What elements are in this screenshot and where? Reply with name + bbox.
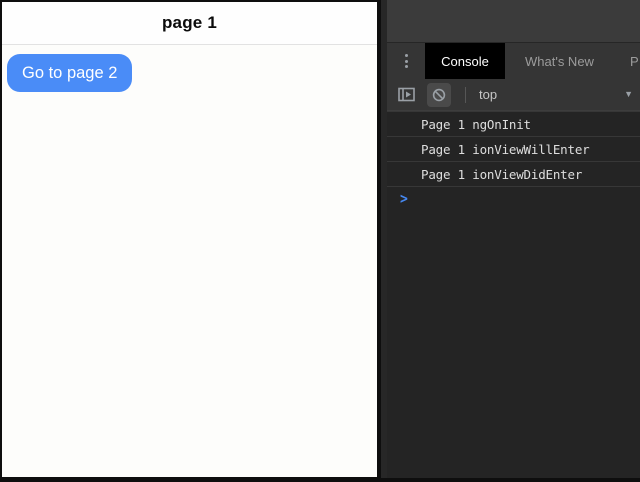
page-title: page 1 (162, 13, 217, 33)
console-output: Page 1 ngOnInit Page 1 ionViewWillEnter … (387, 111, 640, 478)
prompt-chevron-icon: > (400, 191, 408, 208)
console-sidebar-toggle-button[interactable] (398, 87, 415, 102)
console-sidebar-icon (398, 87, 415, 102)
clear-console-button[interactable] (427, 83, 451, 107)
console-prompt-input[interactable]: > (387, 187, 640, 212)
toolbar-divider (465, 87, 466, 103)
clear-console-icon (432, 88, 446, 102)
app-viewport: page 1 Go to page 2 (2, 2, 377, 477)
console-message: Page 1 ionViewWillEnter (387, 137, 640, 162)
devtools-menu-button[interactable] (387, 43, 425, 79)
devtools-tab-bar: Console What's New P (387, 43, 640, 79)
app-header: page 1 (2, 2, 377, 45)
dropdown-arrow-icon[interactable]: ▼ (624, 90, 633, 99)
context-selector[interactable]: top (479, 87, 497, 102)
console-toolbar: top ▼ (387, 79, 640, 111)
console-message: Page 1 ionViewDidEnter (387, 162, 640, 187)
kebab-menu-icon (405, 54, 408, 68)
tab-console[interactable]: Console (425, 43, 505, 79)
app-content: Go to page 2 (2, 45, 377, 477)
devtools-panel: Console What's New P top ▼ (381, 0, 640, 478)
tab-partial[interactable]: P (614, 43, 639, 79)
screen: { "app": { "title": "page 1", "button_la… (0, 0, 640, 482)
devtools-upper-pane (387, 0, 640, 43)
console-message: Page 1 ngOnInit (387, 111, 640, 137)
go-to-page-2-button[interactable]: Go to page 2 (7, 54, 132, 92)
tab-whats-new[interactable]: What's New (505, 43, 614, 79)
